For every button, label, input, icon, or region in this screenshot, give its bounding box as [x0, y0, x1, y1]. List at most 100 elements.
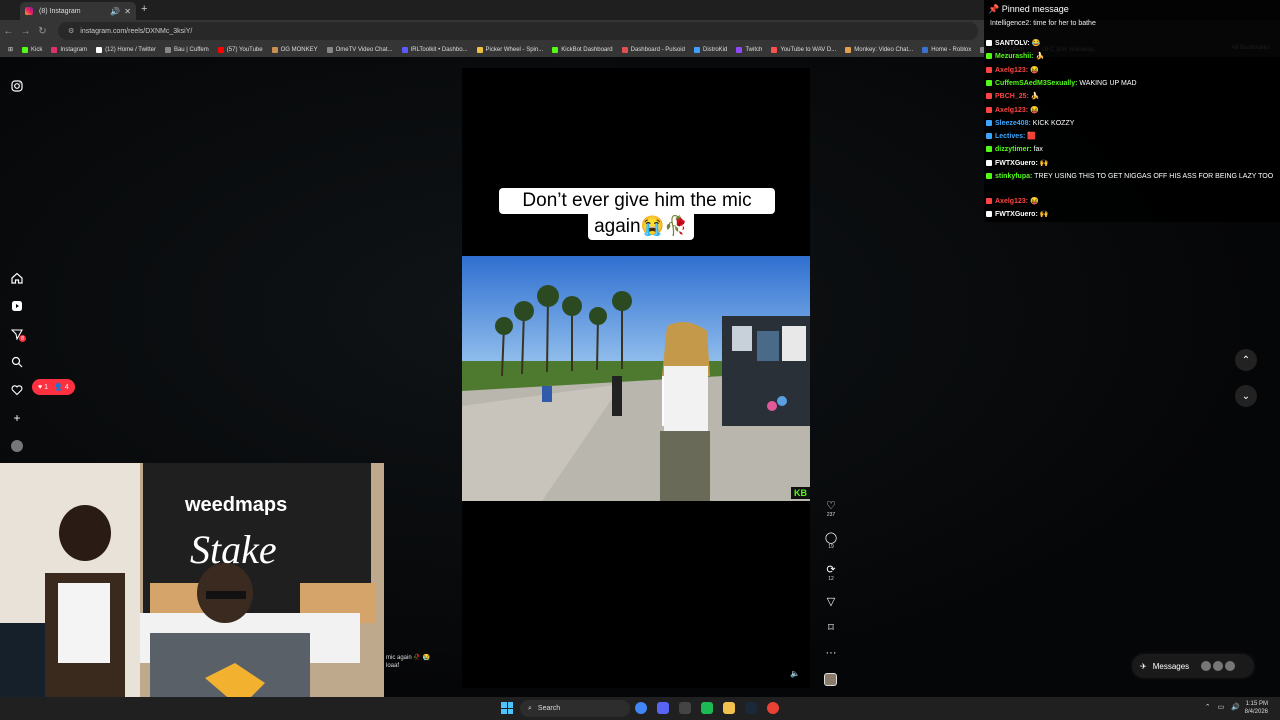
ellipsis-icon: ··· [825, 647, 837, 659]
notification-count-badge: 8 [19, 335, 26, 342]
chat-message: SANTOLV: 😂 [986, 39, 1278, 49]
bookmark-item[interactable]: Instagram [51, 46, 88, 53]
bookmark-item[interactable]: Bau | Cuffem [164, 46, 209, 53]
bookmark-item[interactable]: Home - Roblox [922, 46, 971, 53]
tab-instagram[interactable]: (8) Instagram 🔊 ✕ [20, 2, 136, 20]
bookmark-favicon-icon [217, 46, 224, 53]
chat-message: stinkyfupa: TREY USING THIS TO GET NIGGA… [986, 172, 1278, 182]
chat-username[interactable]: dizzytimer: [995, 146, 1032, 153]
beach-scene-image [462, 256, 810, 501]
steam-taskbar-icon[interactable] [745, 702, 757, 714]
apps-grid-icon[interactable]: ⊞ [8, 46, 13, 53]
app-taskbar-icon[interactable] [701, 702, 713, 714]
save-button[interactable]: ⌑ [822, 621, 840, 634]
bookmark-item[interactable]: Monkey: Video Chat... [845, 46, 913, 53]
bookmark-item[interactable]: YouTube to WAV D... [771, 46, 836, 53]
bookmark-item[interactable]: Kick [22, 46, 42, 53]
chat-username[interactable]: Lectives: [995, 133, 1025, 140]
site-info-icon[interactable]: ⚙ [68, 27, 74, 35]
chat-username[interactable]: PBCH_25: [995, 93, 1029, 100]
chat-username[interactable]: FWTXGuero: [995, 211, 1038, 218]
chat-username[interactable]: FWTXGuero: [995, 160, 1038, 167]
cam-side-caption-line-1: mic again 🥀 😭 [386, 655, 430, 661]
discord-taskbar-icon[interactable] [657, 702, 669, 714]
clock-time: 1:15 PM [1245, 701, 1268, 707]
chat-message: Sleeze408: KICK KOZZY [986, 119, 1278, 129]
bookmark-label: (12) Home / Twitter [105, 46, 156, 53]
bookmark-label: (57) YouTube [226, 46, 263, 53]
bookmark-item[interactable]: DistroKid [693, 46, 727, 53]
chrome-taskbar-icon[interactable] [635, 702, 647, 714]
taskbar-clock[interactable]: 1:15 PM 8/4/2026 [1245, 700, 1268, 716]
message-avatars [1201, 661, 1236, 671]
chat-username[interactable]: Axelg123: [995, 67, 1028, 74]
home-icon[interactable] [8, 269, 26, 287]
obs-taskbar-icon[interactable] [679, 702, 691, 714]
chat-username[interactable]: Axelg123: [995, 198, 1028, 205]
comment-button[interactable]: ◯ 19 [822, 531, 840, 550]
chat-username[interactable]: CuffemSAedM3Sexually: [995, 80, 1077, 87]
bookmark-item[interactable]: IRLToolkit • Dashbo... [401, 46, 468, 53]
bookmark-item[interactable]: KickBot Dashboard [552, 46, 613, 53]
bookmark-label: Twitch [745, 46, 763, 53]
volume-icon[interactable]: 🔊 [1231, 703, 1240, 711]
reload-icon[interactable]: ↻ [34, 26, 51, 37]
audio-avatar[interactable] [824, 673, 837, 686]
bookmark-label: Instagram [60, 46, 88, 53]
bookmark-item[interactable]: Dashboard - Pulsoid [621, 46, 685, 53]
reels-icon[interactable] [8, 297, 26, 315]
bookmark-item[interactable]: Twitch [736, 46, 763, 53]
bookmark-item[interactable]: OmeTV Video Chat... [326, 46, 393, 53]
bookmark-favicon-icon [96, 46, 103, 53]
activity-notification-pill[interactable]: ♥ 1 👤 4 [32, 379, 75, 395]
network-icon[interactable]: ▭ [1218, 703, 1225, 711]
more-options-button[interactable]: ··· [822, 647, 840, 660]
chevron-up-icon[interactable]: ⌃ [1205, 703, 1211, 711]
next-reel-button[interactable]: ⌄ [1235, 385, 1257, 407]
create-plus-icon[interactable]: + [8, 409, 26, 427]
bookmark-item[interactable]: (12) Home / Twitter [96, 46, 156, 53]
bookmark-item[interactable]: (57) YouTube [217, 46, 263, 53]
chat-username[interactable]: stinkyfupa: [995, 173, 1032, 180]
messages-label: Messages [1152, 661, 1190, 671]
file-explorer-taskbar-icon[interactable] [723, 702, 735, 714]
speaker-icon[interactable]: 🔊 [110, 7, 120, 16]
windows-start-icon[interactable] [501, 702, 513, 714]
chat-username[interactable]: Axelg123: [995, 107, 1028, 114]
reel-video-frame[interactable]: KB [462, 256, 810, 501]
taskbar-search[interactable]: ⌕ Search [520, 700, 630, 717]
back-icon[interactable]: ← [0, 26, 17, 37]
messages-nav-icon[interactable]: 8 [8, 325, 26, 343]
new-tab-icon[interactable]: + [141, 3, 147, 15]
close-tab-icon[interactable]: ✕ [124, 7, 131, 16]
reel-player[interactable]: Don’t ever give him the mic again😭🥀 KB 🔈 [462, 68, 810, 688]
like-count: 237 [826, 512, 836, 518]
bookmark-item[interactable]: Picker Wheel - Spin... [476, 46, 543, 53]
heart-notifications-icon[interactable] [8, 381, 26, 399]
profile-avatar[interactable] [8, 437, 26, 455]
search-icon[interactable] [8, 353, 26, 371]
bookmark-item[interactable]: OG MONKEY [271, 46, 318, 53]
chat-badge-icon [986, 160, 992, 167]
like-button[interactable]: ♡ 237 [822, 499, 840, 518]
bookmark-label: OG MONKEY [280, 46, 318, 53]
previous-reel-button[interactable]: ⌃ [1235, 349, 1257, 371]
chat-username[interactable]: Mezurashii: [995, 53, 1034, 60]
taskbar-search-label: Search [537, 705, 561, 712]
forward-icon[interactable]: → [17, 26, 34, 37]
chat-username[interactable]: SANTOLV: [995, 40, 1030, 47]
messages-button[interactable]: ✈ Messages [1132, 654, 1254, 678]
chat-badge-icon [986, 198, 992, 205]
instagram-logo-icon[interactable] [8, 77, 26, 95]
bookmark-favicon-icon [693, 46, 700, 53]
address-bar[interactable]: ⚙ instagram.com/reels/DXNMc_3ksiY/ [58, 22, 978, 40]
repost-button[interactable]: ⟳ 12 [822, 563, 840, 582]
followers-notification: 👤 4 [54, 384, 69, 391]
mute-icon[interactable]: 🔈 [790, 669, 800, 678]
chrome-active-taskbar-icon[interactable] [767, 702, 779, 714]
chat-message: dizzytimer: fax [986, 145, 1278, 155]
chat-username[interactable]: Sleeze408: [995, 120, 1031, 127]
system-tray[interactable]: ⌃ ▭ 🔊 [1205, 703, 1240, 711]
share-button[interactable]: ▽ [822, 595, 840, 608]
comment-count: 19 [828, 544, 834, 550]
